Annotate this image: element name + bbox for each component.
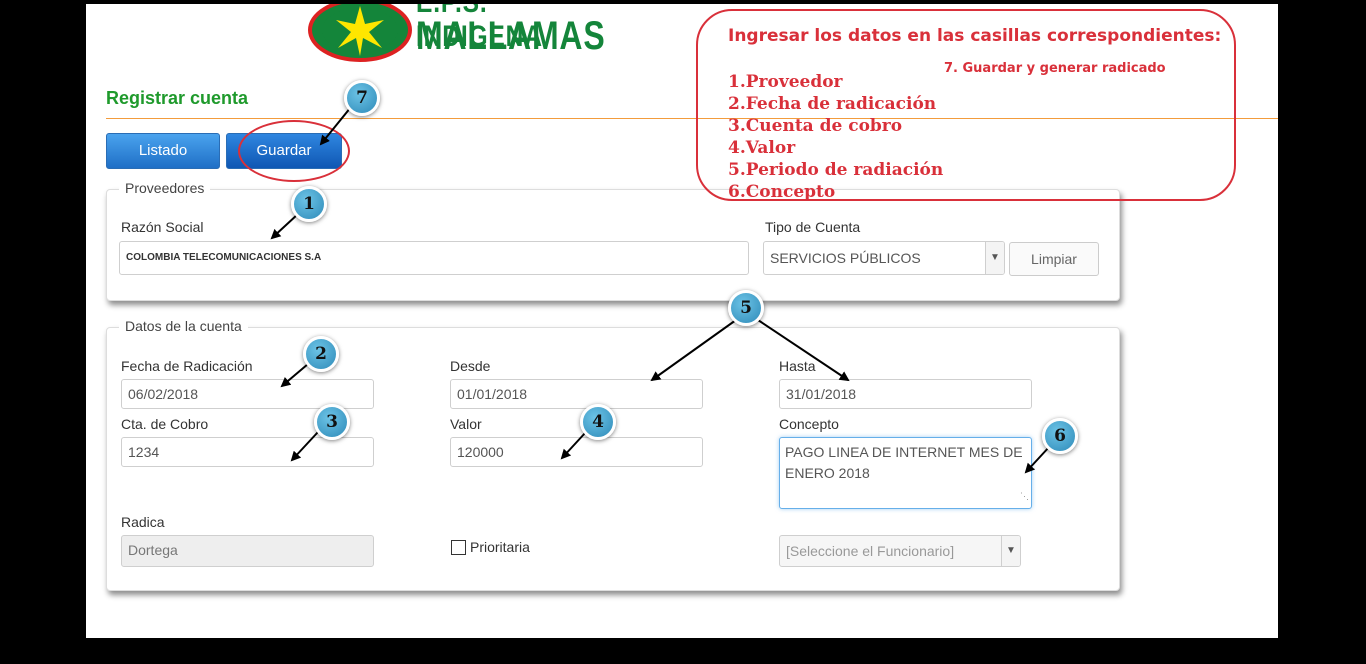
razon-social-input[interactable]: COLOMBIA TELECOMUNICACIONES S.A [119, 241, 749, 275]
logo-text-bottom: MALLAMAS [416, 14, 606, 58]
funcionario-value: [Seleccione el Funcionario] [786, 543, 955, 559]
hasta-input[interactable]: 31/01/2018 [779, 379, 1032, 409]
step-badge-7: 7 [344, 80, 380, 116]
desde-input[interactable]: 01/01/2018 [450, 379, 703, 409]
chevron-down-icon[interactable]: ▼ [985, 242, 1004, 274]
datos-cuenta-panel: Datos de la cuenta Fecha de Radicación 0… [106, 318, 1120, 591]
radica-label: Radica [121, 514, 165, 530]
instructions-step: 4.Valor [728, 138, 796, 158]
radica-input: Dortega [121, 535, 374, 567]
page: E.P.S. INDIGENA MALLAMAS Registrar cuent… [86, 4, 1278, 638]
step-badge-3: 3 [314, 404, 350, 440]
star-emblem-icon [308, 4, 412, 62]
step-badge-6: 6 [1042, 418, 1078, 454]
page-title: Registrar cuenta [106, 88, 249, 108]
resize-grip-icon[interactable]: ⋱ [1020, 486, 1029, 507]
guardar-highlight-ring [238, 120, 350, 182]
instructions-title: Ingresar los datos en las casillas corre… [728, 26, 1222, 46]
tipo-cuenta-value: SERVICIOS PÚBLICOS [770, 250, 921, 266]
prioritaria-label: Prioritaria [470, 539, 530, 555]
instructions-step: 6.Concepto [728, 182, 836, 202]
instructions-step: 5.Periodo de radiación [728, 160, 944, 180]
limpiar-button[interactable]: Limpiar [1009, 242, 1099, 276]
proveedores-legend: Proveedores [119, 180, 211, 196]
razon-social-label: Razón Social [121, 219, 204, 235]
instructions-step-7: 7. Guardar y generar radicado [944, 61, 1166, 76]
datos-cuenta-legend: Datos de la cuenta [119, 318, 248, 334]
tipo-cuenta-select[interactable]: SERVICIOS PÚBLICOS ▼ [763, 241, 1005, 275]
listado-button[interactable]: Listado [106, 133, 220, 169]
concepto-textarea[interactable]: PAGO LINEA DE INTERNET MES DE ENERO 2018… [779, 437, 1032, 509]
concepto-label: Concepto [779, 416, 839, 432]
step-badge-2: 2 [303, 336, 339, 372]
mallamas-logo: E.P.S. INDIGENA MALLAMAS [308, 4, 605, 64]
step-badge-5: 5 [728, 290, 764, 326]
instructions-list: 1.Proveedor 2.Fecha de radicación 3.Cuen… [728, 71, 943, 203]
prioritaria-checkbox[interactable] [451, 540, 466, 555]
valor-label: Valor [450, 416, 482, 432]
hasta-label: Hasta [779, 358, 816, 374]
funcionario-select[interactable]: [Seleccione el Funcionario] ▼ [779, 535, 1021, 567]
cta-cobro-input[interactable]: 1234 [121, 437, 374, 467]
concepto-text: PAGO LINEA DE INTERNET MES DE ENERO 2018 [785, 444, 1023, 481]
step-badge-4: 4 [580, 404, 616, 440]
step-badge-1: 1 [291, 186, 327, 222]
instructions-step: 1.Proveedor [728, 72, 843, 92]
valor-input[interactable]: 120000 [450, 437, 703, 467]
instructions-callout: Ingresar los datos en las casillas corre… [696, 9, 1236, 203]
chevron-down-icon[interactable]: ▼ [1001, 536, 1020, 566]
instructions-step: 3.Cuenta de cobro [728, 116, 903, 136]
tipo-cuenta-label: Tipo de Cuenta [765, 219, 861, 235]
fecha-radicacion-label: Fecha de Radicación [121, 358, 253, 374]
desde-label: Desde [450, 358, 491, 374]
instructions-step: 2.Fecha de radicación [728, 94, 937, 114]
cta-cobro-label: Cta. de Cobro [121, 416, 209, 432]
proveedores-panel: Proveedores Razón Social COLOMBIA TELECO… [106, 180, 1120, 301]
